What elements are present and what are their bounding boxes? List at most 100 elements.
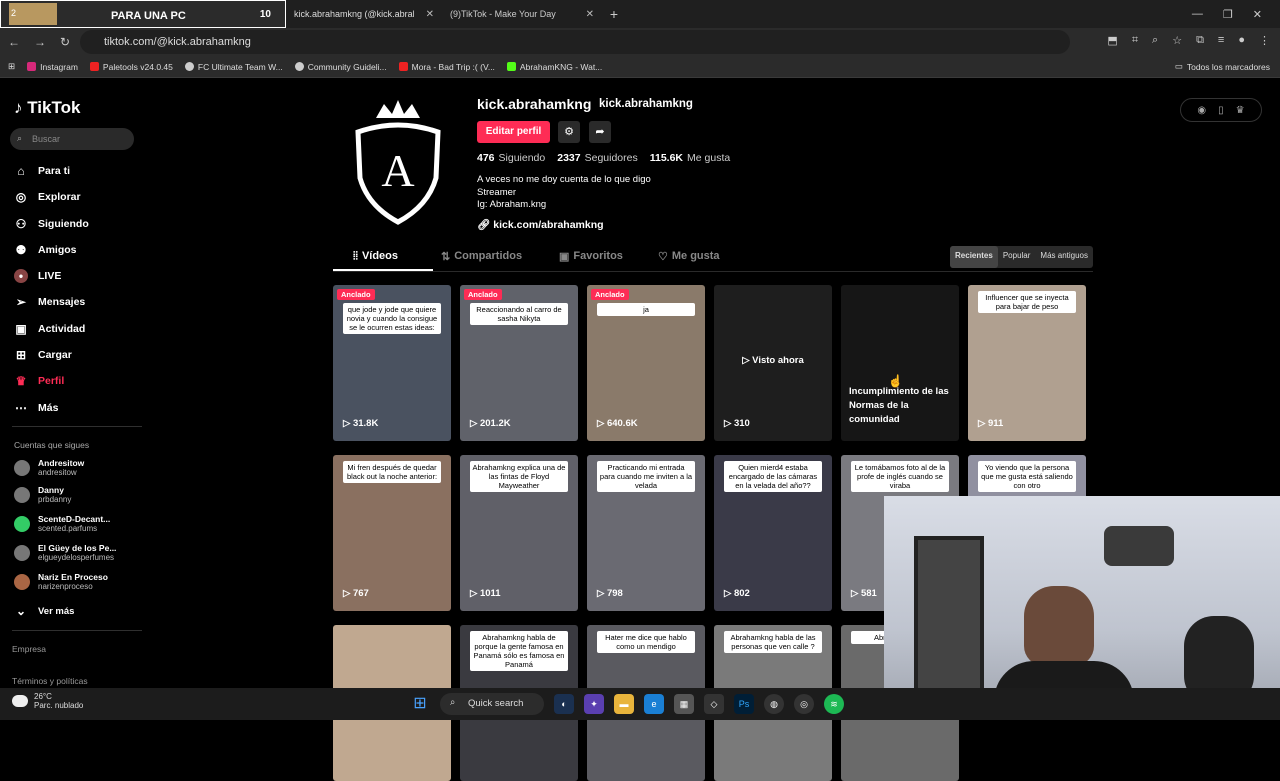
following-item[interactable]: El Güey de los Pe... elgueydelosperfumes <box>14 543 116 562</box>
see-more-button[interactable]: ⌄ Ver más <box>14 604 74 618</box>
reload-icon[interactable]: ↻ <box>60 35 70 49</box>
video-caption: Hater me dice que hablo como un mendigo <box>597 631 695 653</box>
close-icon[interactable]: ✕ <box>586 9 594 20</box>
steam-icon[interactable]: ◐ <box>554 694 574 714</box>
windows-start-icon[interactable]: ⊞ <box>410 694 430 714</box>
profile-link[interactable]: 🔗︎ kick.com/abrahamkng <box>477 218 604 231</box>
bookmark-fc[interactable]: FC Ultimate Team W... <box>184 62 283 72</box>
store-icon[interactable]: ▦ <box>674 694 694 714</box>
settings-button[interactable]: ⚙ <box>558 121 580 143</box>
chrome-icon[interactable]: ◍ <box>764 694 784 714</box>
file-explorer-icon[interactable]: ▬ <box>614 694 634 714</box>
footer-terminos[interactable]: Términos y políticas <box>12 676 88 686</box>
video-card[interactable]: Abrahamkng explica una de las fintas de … <box>460 455 578 611</box>
zoom-icon[interactable]: ⌕ <box>1152 34 1158 47</box>
video-card[interactable]: Influencer que se inyecta para bajar de … <box>968 285 1086 441</box>
apps-icon[interactable]: ⊞ <box>8 61 15 72</box>
bookmark-paletools[interactable]: Paletools v24.0.45 <box>89 62 173 72</box>
all-bookmarks[interactable]: ▭ Todos los marcadores <box>1175 61 1270 72</box>
nav-explorar[interactable]: ◎ Explorar <box>14 190 81 204</box>
sort-recent[interactable]: Recientes <box>950 246 998 268</box>
tab-videos[interactable]: ⦙⦙ Vídeos <box>353 250 398 263</box>
app-icon[interactable]: ◇ <box>704 694 724 714</box>
extensions-icon[interactable]: ⧉ <box>1196 34 1204 47</box>
install-icon[interactable]: ⬒ <box>1107 34 1117 47</box>
video-card[interactable]: Anclado ja ▷ 640.6K <box>587 285 705 441</box>
video-card[interactable]: Mi fren después de quedar black out la n… <box>333 455 451 611</box>
play-icon: ▷ <box>470 588 480 599</box>
video-card[interactable]: Quien mierd4 estaba encargado de las cám… <box>714 455 832 611</box>
play-icon: ▷ <box>978 418 988 429</box>
account-icon[interactable]: ♛ <box>1236 105 1245 116</box>
tab-active[interactable]: 2 PARA UNA PC 10 <box>0 0 286 28</box>
nav-live[interactable]: • LIVE <box>14 269 61 283</box>
nav-cargar[interactable]: ⊞ Cargar <box>14 348 72 362</box>
nav-mas[interactable]: ⋯ Más <box>14 401 58 415</box>
maximize-icon[interactable]: ❐ <box>1223 8 1233 21</box>
close-icon[interactable]: ✕ <box>426 9 434 20</box>
menu-icon[interactable]: ⋮ <box>1259 34 1270 47</box>
nav-actividad[interactable]: ▣ Actividad <box>14 322 85 336</box>
video-card[interactable]: Practicando mi entrada para cuando me in… <box>587 455 705 611</box>
obs-icon[interactable]: ◎ <box>794 694 814 714</box>
following-icon: ⚇ <box>15 217 27 231</box>
following-count[interactable]: 476 Siguiendo <box>477 152 545 164</box>
nav-para-ti[interactable]: ⌂ Para ti <box>14 164 70 178</box>
tab-thumbnail: 2 <box>9 3 57 25</box>
youtube-icon <box>398 62 408 71</box>
nav-amigos[interactable]: ⚉ Amigos <box>14 243 77 257</box>
spotify-icon[interactable]: ≋ <box>824 694 844 714</box>
device-icon[interactable]: ▯ <box>1218 105 1224 116</box>
back-icon[interactable]: ← <box>8 35 20 49</box>
edit-profile-button[interactable]: Editar perfil <box>477 121 550 143</box>
followers-count[interactable]: 2337 Seguidores <box>557 152 637 164</box>
bookmark-community[interactable]: Community Guideli... <box>294 62 387 72</box>
coin-icon[interactable]: ◉ <box>1197 105 1206 116</box>
new-tab-button[interactable]: + <box>602 6 626 22</box>
tab-me-gusta[interactable]: ♡ Me gusta <box>658 250 720 263</box>
footer-empresa[interactable]: Empresa <box>12 644 46 654</box>
sort-oldest[interactable]: Más antiguos <box>1035 246 1093 268</box>
translate-icon[interactable]: ⌗ <box>1132 34 1138 47</box>
search-input[interactable]: ⌕ Buscar <box>10 128 134 150</box>
edge-icon[interactable]: e <box>644 694 664 714</box>
forward-icon[interactable]: → <box>34 35 46 49</box>
photoshop-icon[interactable]: Ps <box>734 694 754 714</box>
play-icon: ▷ <box>851 588 861 599</box>
quick-search[interactable]: ⌕ Quick search <box>440 693 544 715</box>
share-button[interactable]: ➦ <box>589 121 611 143</box>
video-caption: Mi fren después de quedar black out la n… <box>343 461 441 483</box>
view-count: ▷ 798 <box>597 588 623 599</box>
tabsearch-icon[interactable]: ≡ <box>1218 34 1224 47</box>
nav-perfil[interactable]: ♛ Perfil <box>14 374 65 388</box>
bookmark-abrahamkng[interactable]: AbrahamKNG - Wat... <box>506 62 602 72</box>
bookmark-mora[interactable]: Mora - Bad Trip :( (V... <box>398 62 495 72</box>
heart-icon: ♡ <box>658 251 668 263</box>
sort-popular[interactable]: Popular <box>998 246 1036 268</box>
following-item[interactable]: Andresitow andresitow <box>14 458 84 477</box>
video-card[interactable]: ▷ Visto ahora ▷ 310 <box>714 285 832 441</box>
minimize-icon[interactable]: — <box>1192 8 1203 21</box>
tiktok-logo[interactable]: ♪ TikTok <box>14 98 80 118</box>
close-window-icon[interactable]: ✕ <box>1253 8 1262 21</box>
video-card[interactable]: Anclado Reaccionando al carro de sasha Ni… <box>460 285 578 441</box>
copilot-icon[interactable]: ✦ <box>584 694 604 714</box>
tab-compartidos[interactable]: ⇅ Compartidos <box>441 250 522 263</box>
nav-mensajes[interactable]: ➢ Mensajes <box>14 295 85 309</box>
following-item[interactable]: Nariz En Proceso narizenproceso <box>14 572 108 591</box>
nav-siguiendo[interactable]: ⚇ Siguiendo <box>14 217 89 231</box>
tab-kick-abrahamkng[interactable]: kick.abrahamkng (@kick.abrahamkng)✕ <box>286 0 442 28</box>
tab-tiktok[interactable]: (9)TikTok - Make Your Day ✕ <box>442 0 602 28</box>
video-caption: Practicando mi entrada para cuando me in… <box>597 461 695 492</box>
video-caption: Le tomábamos foto al de la profe de ingl… <box>851 461 949 492</box>
video-card[interactable]: Incumplimiento de las Normas de la comun… <box>841 285 959 441</box>
star-icon[interactable]: ☆ <box>1172 34 1182 47</box>
profile-avatar-icon[interactable]: ● <box>1238 34 1245 47</box>
weather-widget[interactable]: 26°C Parc. nublado <box>12 692 83 710</box>
video-card[interactable]: Anclado que jode y jode que quiere novia … <box>333 285 451 441</box>
bookmark-instagram[interactable]: Instagram <box>27 62 78 72</box>
url-field[interactable]: tiktok.com/@kick.abrahamkng <box>80 30 1070 54</box>
following-item[interactable]: ScenteD-Decant... scented.parfums <box>14 514 110 533</box>
following-item[interactable]: Danny prbdanny <box>14 485 71 504</box>
tab-favoritos[interactable]: ▣ Favoritos <box>559 250 623 263</box>
